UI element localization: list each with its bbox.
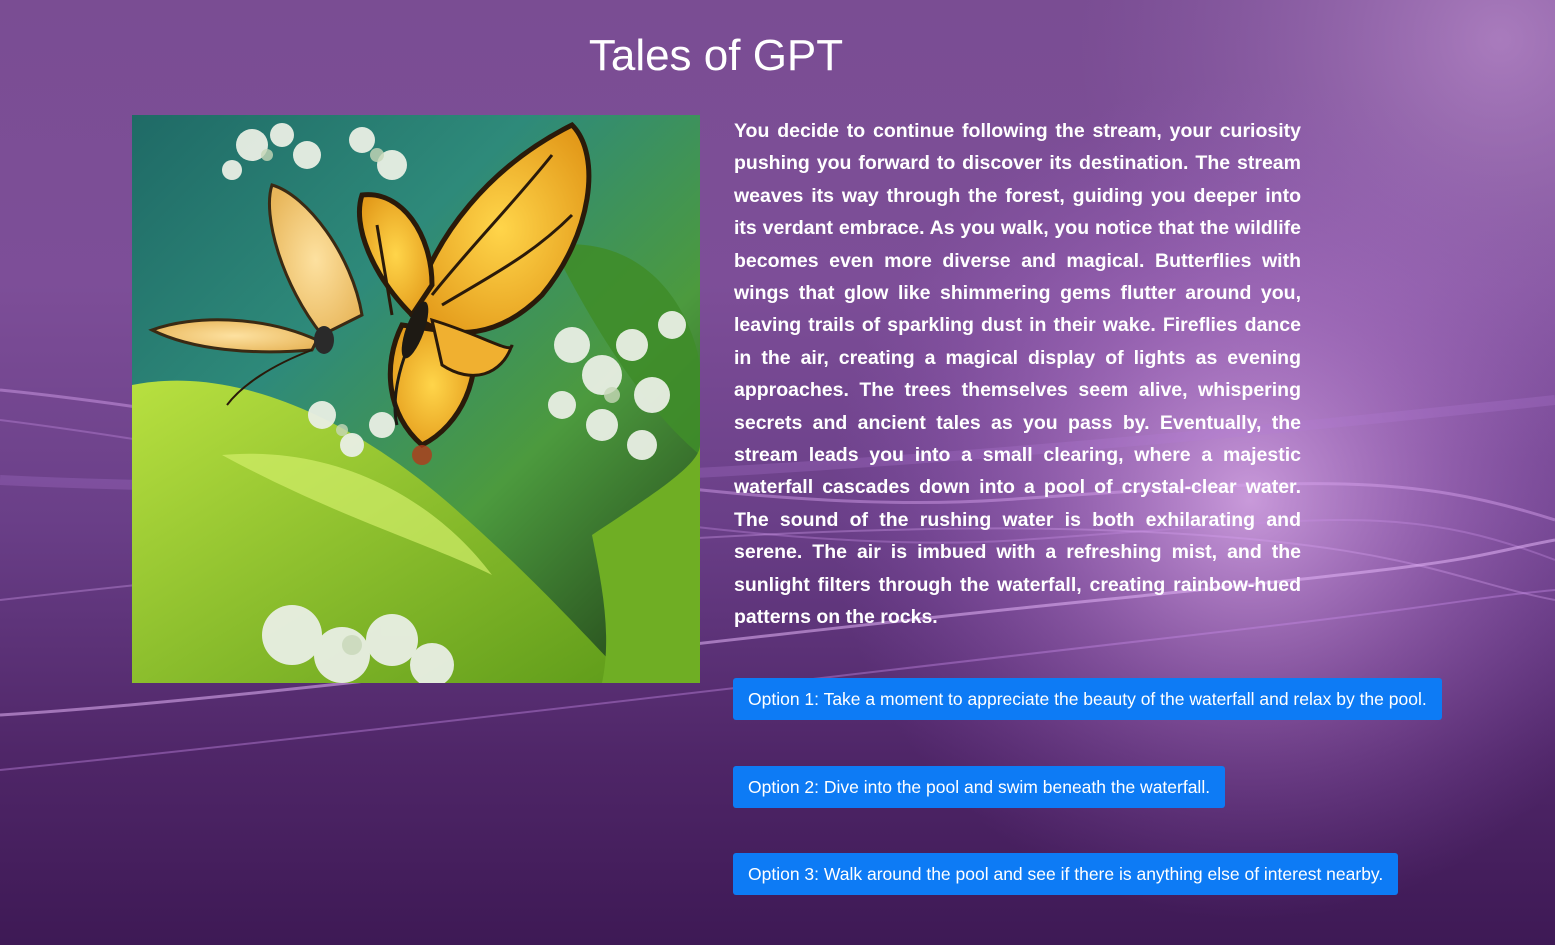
option-2-button[interactable]: Option 2: Dive into the pool and swim be…: [733, 766, 1226, 808]
option-3-button[interactable]: Option 3: Walk around the pool and see i…: [733, 853, 1399, 895]
page-title: Tales of GPT: [588, 31, 844, 80]
butterfly-image: [132, 115, 700, 683]
option-1-button[interactable]: Option 1: Take a moment to appreciate th…: [733, 678, 1442, 720]
story-text: You decide to continue following the str…: [734, 120, 1301, 629]
